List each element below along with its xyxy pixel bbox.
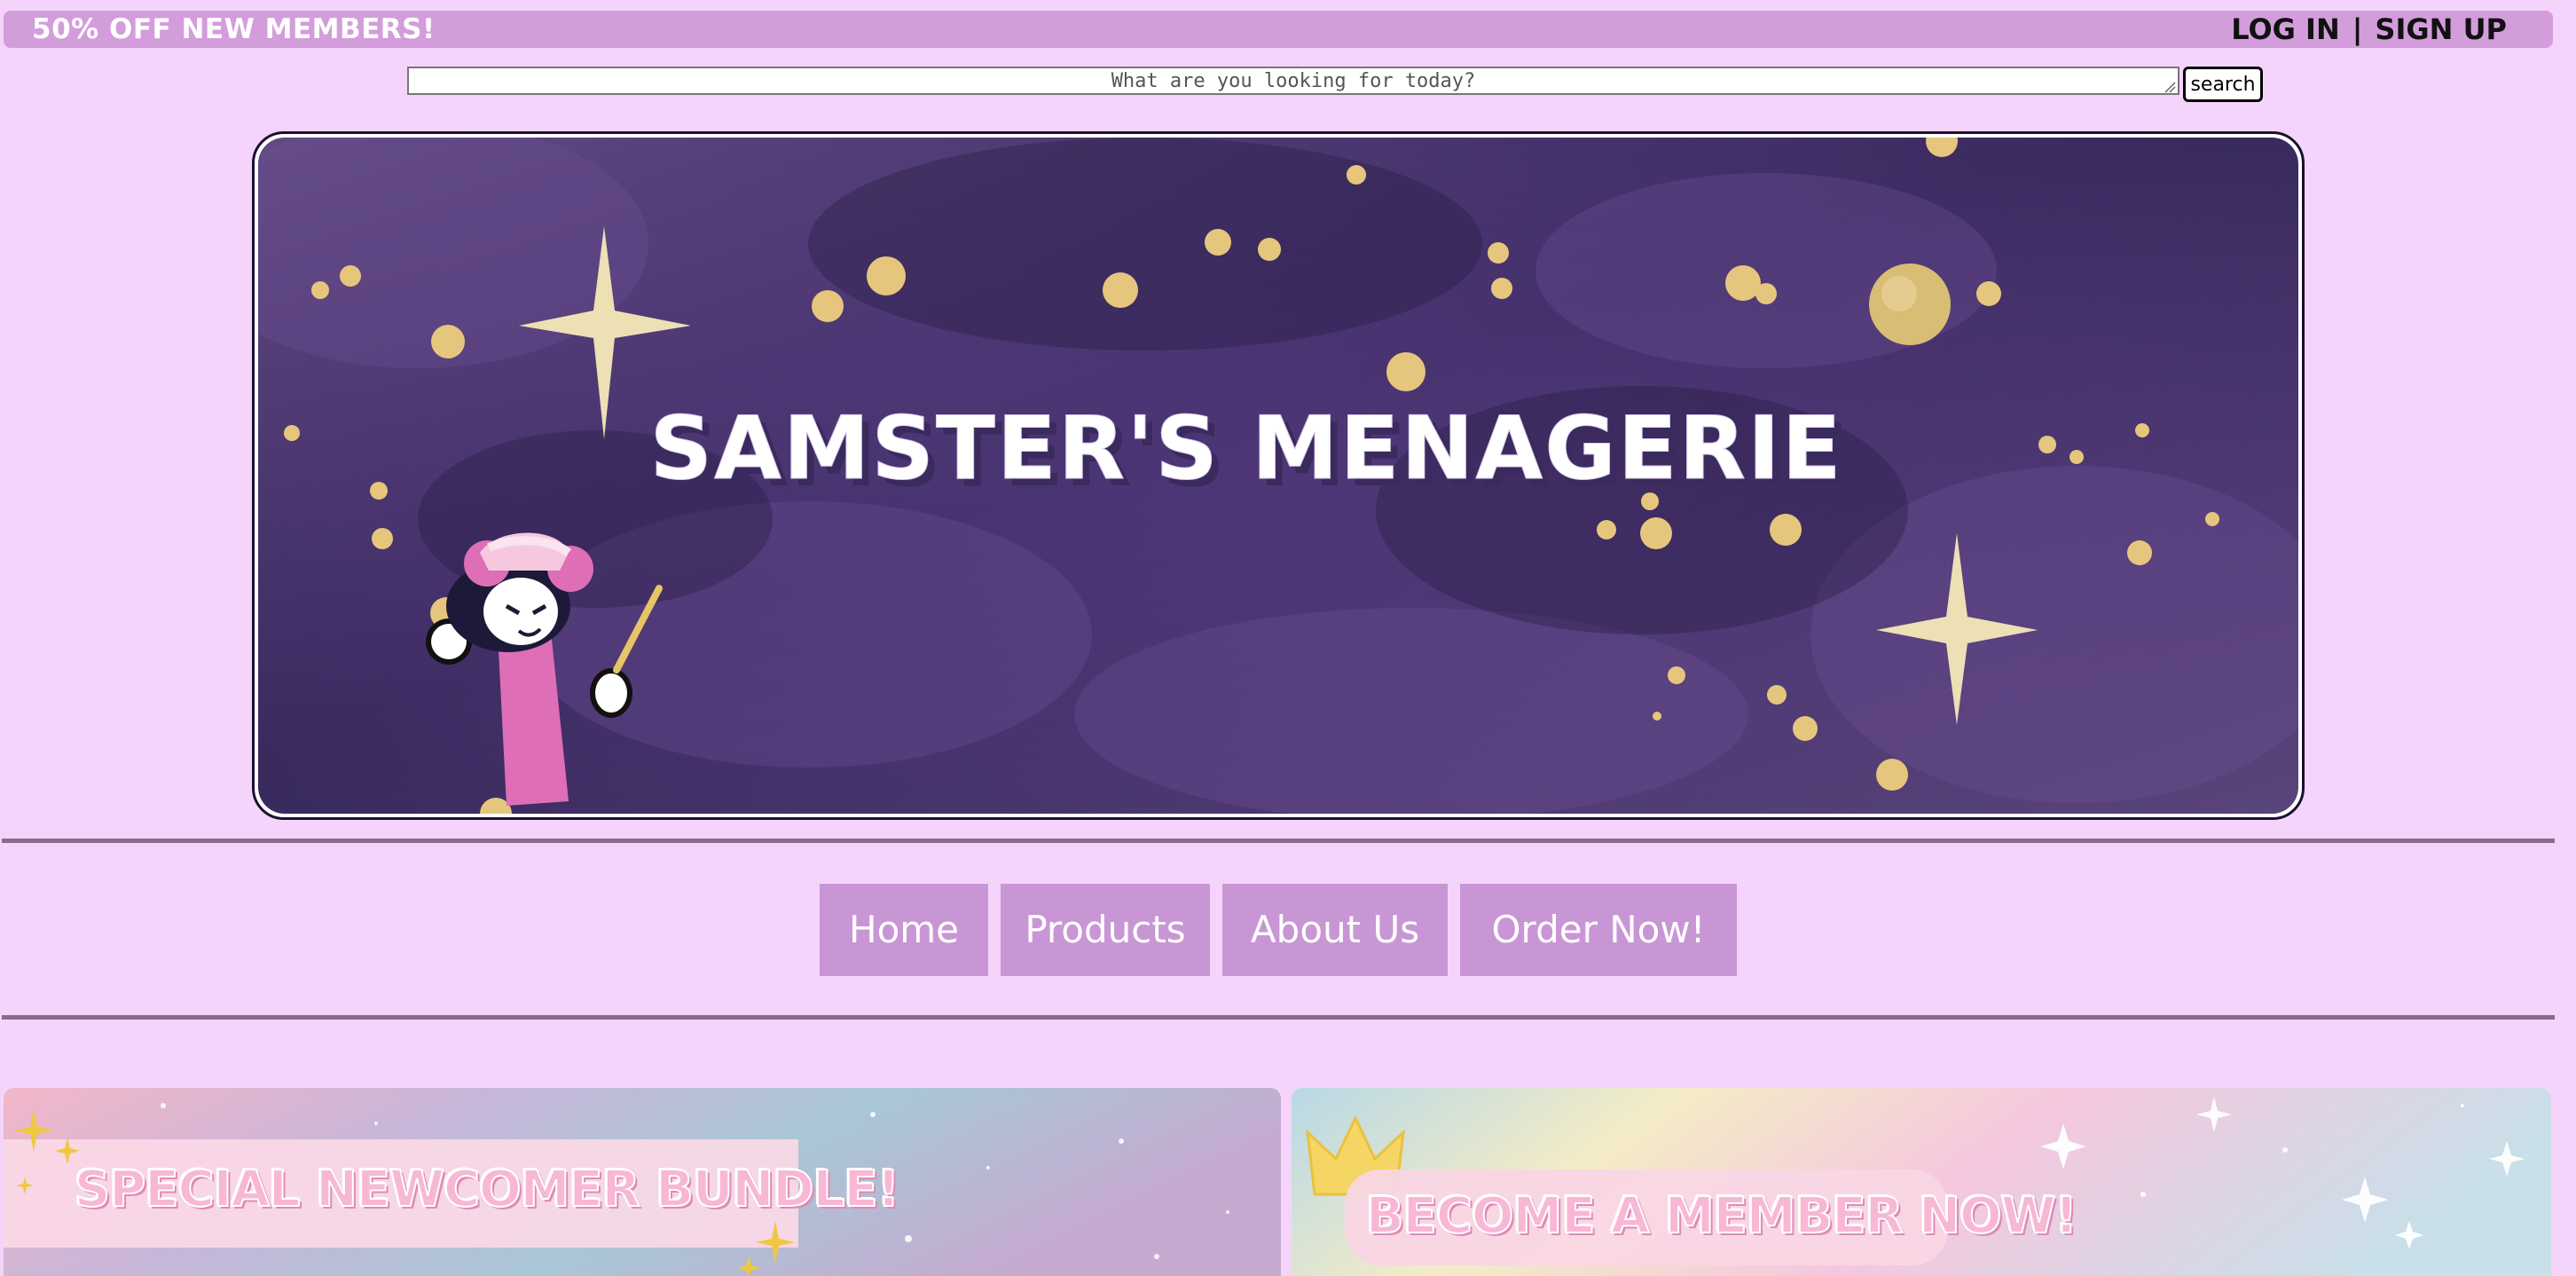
login-link[interactable]: LOG IN: [2231, 14, 2340, 44]
search-bar: search: [407, 67, 2265, 102]
nav-order-now[interactable]: Order Now!: [1460, 884, 1737, 976]
newcomer-bundle-label: SPECIAL NEWCOMER BUNDLE!: [74, 1160, 900, 1219]
top-promo-bar: 50% OFF NEW MEMBERS! LOG IN | SIGN UP: [4, 11, 2553, 48]
pastel-background: [1292, 1088, 2551, 1276]
search-input[interactable]: [407, 67, 2179, 95]
nav-home[interactable]: Home: [820, 884, 988, 976]
signup-link[interactable]: SIGN UP: [2375, 14, 2507, 44]
newcomer-bundle-card[interactable]: SPECIAL NEWCOMER BUNDLE!: [4, 1088, 1281, 1276]
divider-top: [2, 839, 2555, 843]
banner-title: SAMSTER'S MENAGERIE: [649, 398, 1842, 500]
promo-text: 50% OFF NEW MEMBERS!: [32, 13, 436, 45]
nav-products[interactable]: Products: [1001, 884, 1210, 976]
auth-separator: |: [2352, 12, 2363, 46]
become-member-label: BECOME A MEMBER NOW!: [1365, 1186, 2078, 1246]
search-button[interactable]: search: [2183, 67, 2263, 102]
hero-banner: SAMSTER'S MENAGERIE SAMSTER'S MENAGERIE: [252, 131, 2305, 820]
main-nav: Home Products About Us Order Now!: [820, 884, 1737, 976]
banner-art: SAMSTER'S MENAGERIE SAMSTER'S MENAGERIE: [258, 138, 2298, 814]
become-member-card[interactable]: BECOME A MEMBER NOW!: [1292, 1088, 2551, 1276]
auth-links: LOG IN | SIGN UP: [2231, 14, 2507, 44]
nav-about-us[interactable]: About Us: [1222, 884, 1448, 976]
divider-bottom: [2, 1015, 2555, 1020]
